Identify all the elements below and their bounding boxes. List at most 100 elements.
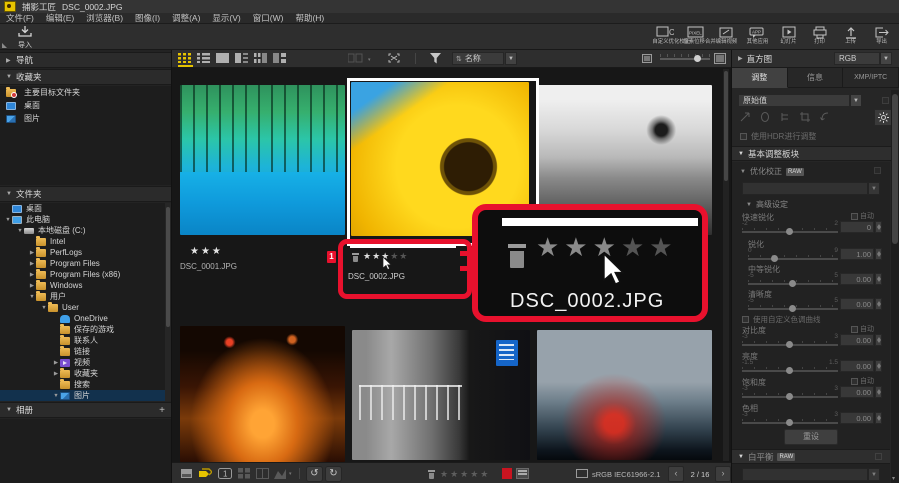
split-toggle-icon[interactable] [256, 468, 269, 479]
menu-edit[interactable]: 编辑(E) [46, 12, 74, 24]
reset-button[interactable]: 重设 [784, 429, 838, 445]
tree-item-this-pc[interactable]: ▼此电脑 [0, 214, 171, 225]
white-balance-dropdown[interactable] [742, 468, 868, 481]
tree-item-windows[interactable]: ▶Windows [0, 280, 171, 291]
menu-file[interactable]: 文件(F) [6, 12, 34, 24]
edit-video-button[interactable]: 编辑视频 [713, 25, 740, 49]
favorite-item-desktop[interactable]: 桌面 [0, 99, 171, 112]
value-spinner[interactable] [875, 298, 882, 310]
slider-value[interactable]: 1.00 [840, 248, 874, 260]
view-image-list-button[interactable] [273, 53, 288, 65]
upload-button[interactable]: 上传 [837, 25, 864, 49]
previous-image-button[interactable]: ‹ [668, 466, 684, 482]
tree-item-user[interactable]: ▼User [0, 302, 171, 313]
slider-knob[interactable] [786, 367, 793, 374]
basic-adjustments-header[interactable]: ▼ 基本调整板块 [732, 146, 899, 161]
tree-item-program-files[interactable]: ▶Program Files [0, 258, 171, 269]
slider-knob[interactable] [786, 419, 793, 426]
tree-item-program-files-x86[interactable]: ▶Program Files (x86) [0, 269, 171, 280]
panel-settings-button[interactable] [874, 109, 892, 126]
channel-select-arrow[interactable]: ▼ [880, 52, 892, 65]
view-grid-image-button[interactable] [254, 53, 269, 65]
slider-track[interactable] [742, 231, 838, 233]
tree-item-favorites[interactable]: ▶收藏夹 [0, 368, 171, 379]
value-spinner[interactable] [875, 221, 882, 233]
zoom-slider[interactable] [660, 58, 710, 60]
thumb1-rating-stars[interactable]: ★★★ [190, 246, 223, 257]
thumbnail-info-toggle-icon[interactable] [180, 468, 193, 479]
thumbnail-image-harbor[interactable] [537, 330, 712, 460]
white-balance-checkbox[interactable] [875, 453, 882, 460]
slider-value[interactable]: 0.00 [840, 412, 874, 424]
slider-knob[interactable] [789, 280, 796, 287]
slider-value[interactable]: 0.00 [840, 298, 874, 310]
scroll-down-icon[interactable]: ▾ [892, 475, 895, 482]
custom-tone-curve-row[interactable]: 使用自定义色调曲线 [742, 314, 821, 325]
advanced-settings-header[interactable]: ▼ 高级设定 [746, 199, 788, 210]
preset-dropdown[interactable]: 原始值 [738, 94, 850, 107]
slider-track[interactable] [742, 370, 838, 372]
view-list-button[interactable] [197, 53, 212, 65]
copy-adjustments-icon[interactable] [740, 112, 750, 122]
tab-info[interactable]: 信息 [788, 68, 844, 88]
channel-select[interactable]: RGB [834, 52, 880, 65]
label-filter-icon[interactable] [198, 468, 211, 479]
menu-view[interactable]: 显示(V) [212, 12, 240, 24]
slider-knob[interactable] [786, 228, 793, 235]
preset-dropdown-arrow[interactable]: ▼ [850, 94, 862, 107]
tree-item-saved-games[interactable]: 保存的游戏 [0, 324, 171, 335]
histogram-caret-icon[interactable]: ▾ [289, 471, 292, 477]
label-picker-icon[interactable] [516, 468, 529, 479]
zoom-slider-knob[interactable] [694, 55, 701, 62]
tree-item-desktop[interactable]: 桌面 [0, 203, 171, 214]
tree-item-onedrive[interactable]: OneDrive [0, 313, 171, 324]
picture-control-button[interactable]: C 自定义优化校正 [651, 25, 678, 49]
statusbar-trash-icon[interactable] [428, 470, 435, 479]
tree-item-intel[interactable]: Intel [0, 236, 171, 247]
value-spinner[interactable] [875, 386, 882, 398]
picture-control-checkbox[interactable] [874, 167, 881, 174]
rating-filter-icon[interactable]: 1 [218, 468, 231, 479]
pixel-shift-button[interactable]: PIXEL 像素位移合并 [682, 25, 709, 49]
tab-xmp-iptc[interactable]: XMP/IPTC [843, 68, 899, 88]
slider-value[interactable]: 0.00 [840, 334, 874, 346]
histogram-toggle-icon[interactable] [274, 468, 287, 479]
statusbar-label-badge[interactable] [502, 468, 512, 479]
tree-item-pictures-selected[interactable]: ▼图片 [0, 390, 171, 401]
auto-checkbox-row[interactable]: 自动 [851, 376, 874, 386]
tree-item-users[interactable]: ▼用户 [0, 291, 171, 302]
value-spinner[interactable] [875, 248, 882, 260]
slider-track[interactable] [748, 283, 838, 285]
slider-knob[interactable] [786, 393, 793, 400]
white-balance-dropdown-arrow[interactable]: ▼ [868, 468, 880, 481]
view-split-button[interactable] [235, 53, 250, 65]
slider-value[interactable]: 0.00 [840, 273, 874, 285]
trash-icon[interactable] [352, 253, 359, 262]
paste-adjustments-icon[interactable] [760, 112, 770, 122]
favorite-item-main-target[interactable]: 主要目标文件夹 [0, 86, 171, 99]
picture-control-dropdown[interactable] [742, 182, 868, 195]
tab-adjustments[interactable]: 调整 [732, 68, 788, 88]
zoom-out-thumb-icon[interactable] [642, 54, 652, 63]
grid-scrollbar[interactable] [723, 69, 729, 461]
zoom-in-thumb-icon[interactable] [714, 53, 726, 64]
filter-button[interactable] [430, 53, 445, 65]
view-single-button[interactable] [216, 53, 231, 65]
tone-curve-checkbox[interactable] [742, 316, 749, 323]
sort-dropdown-arrow[interactable]: ▼ [505, 52, 517, 65]
slider-track[interactable] [742, 396, 838, 398]
slider-track[interactable] [748, 258, 838, 260]
slider-knob[interactable] [789, 305, 796, 312]
add-album-button[interactable]: + [159, 405, 165, 416]
value-spinner[interactable] [875, 273, 882, 285]
tree-scrollbar[interactable] [165, 203, 171, 401]
thumbnail-image-alley[interactable] [180, 326, 345, 462]
tree-item-searches[interactable]: 搜索 [0, 379, 171, 390]
view-grid-button[interactable] [178, 53, 193, 67]
menu-image[interactable]: 图像(I) [135, 12, 160, 24]
next-image-button[interactable]: › [715, 466, 731, 482]
revert-icon[interactable] [820, 112, 830, 122]
adjustment-history-icon[interactable] [780, 112, 790, 122]
export-button[interactable]: 导出 [868, 25, 895, 49]
other-apps-button[interactable]: APP 其他应用 [744, 25, 771, 49]
